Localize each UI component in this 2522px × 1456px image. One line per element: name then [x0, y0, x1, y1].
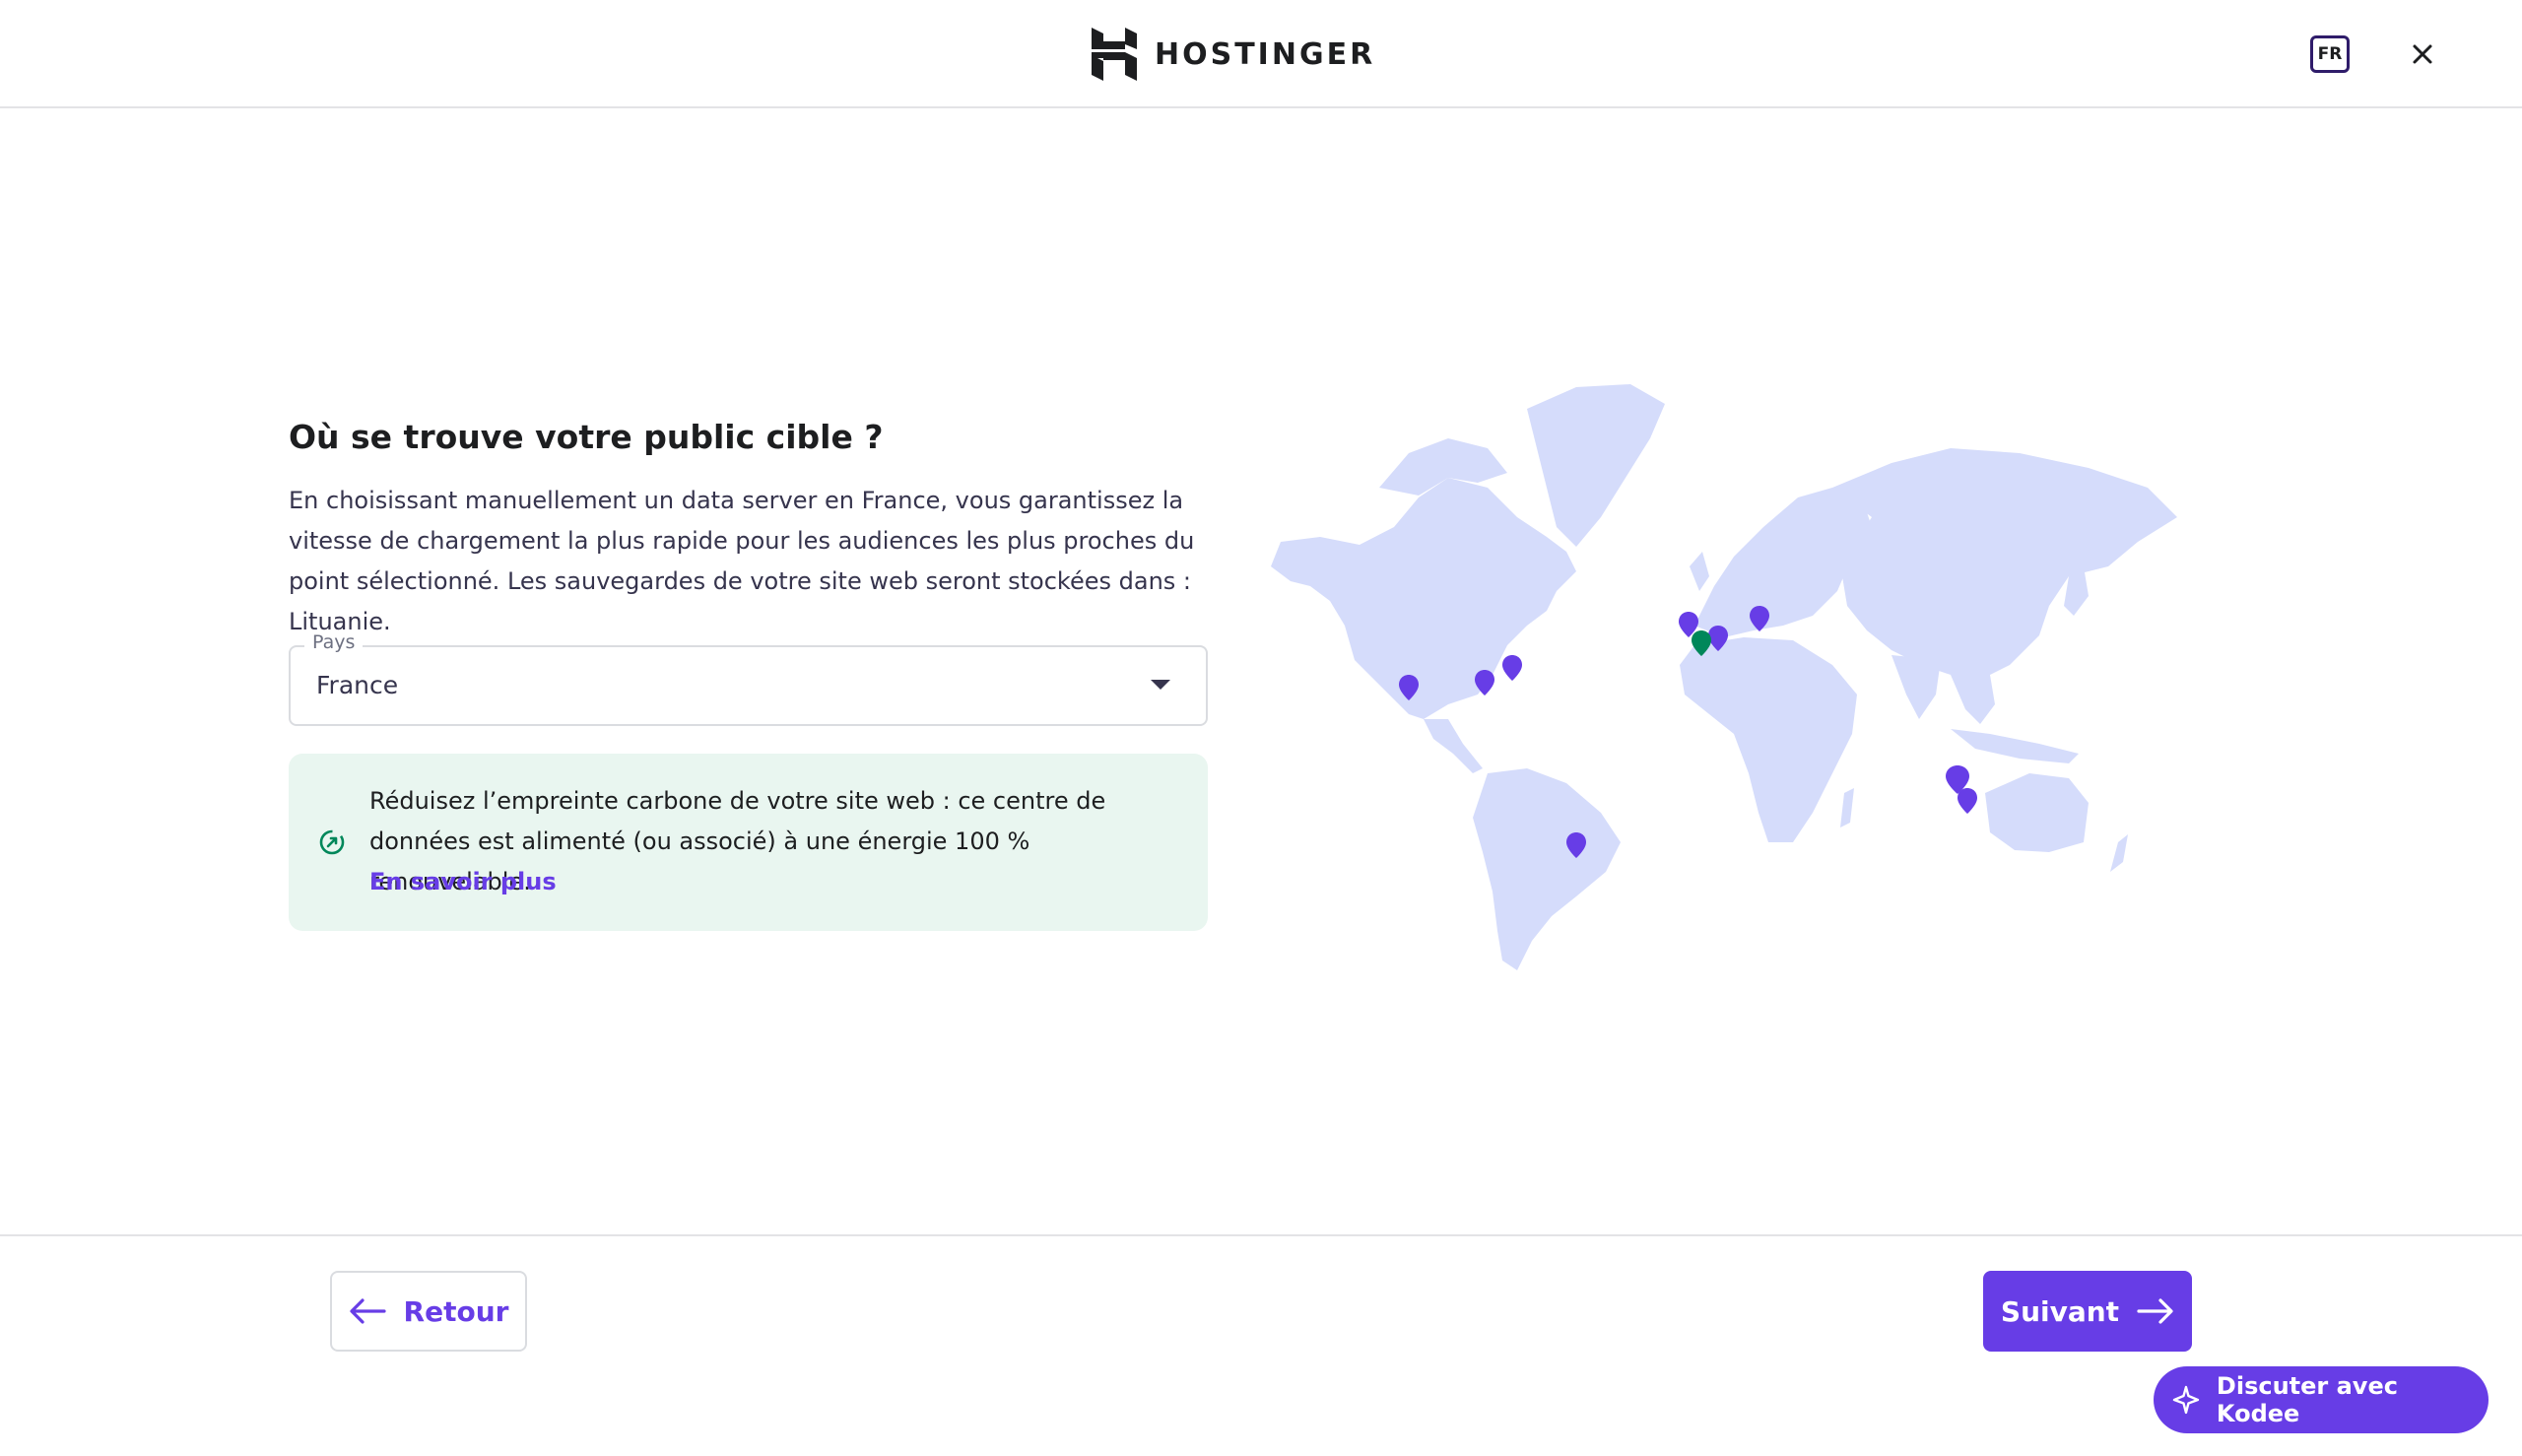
madagascar-shape [1840, 788, 1854, 827]
back-button[interactable]: Retour [330, 1271, 527, 1352]
india-shape [1892, 655, 1941, 719]
south-america-shape [1473, 768, 1621, 970]
australia-shape [1985, 773, 2089, 852]
map-marker-icon[interactable] [1502, 655, 1522, 681]
asia-shape [1832, 448, 2177, 680]
hostinger-logo: HOSTINGER [1092, 28, 1375, 81]
language-selector-button[interactable]: FR [2310, 35, 2350, 73]
world-map [1271, 384, 2177, 970]
central-america-shape [1424, 719, 1483, 773]
europe-shape [1694, 488, 1872, 637]
arrow-right-icon [2137, 1298, 2173, 1324]
chat-with-kodee-button[interactable]: Discuter avec Kodee [2154, 1366, 2489, 1433]
next-button[interactable]: Suivant [1983, 1271, 2192, 1352]
back-button-label: Retour [403, 1294, 509, 1328]
footer-divider [0, 1234, 2522, 1236]
brand-name: HOSTINGER [1155, 36, 1376, 72]
page-title: Où se trouve votre public cible ? [289, 418, 884, 456]
north-america-shape [1271, 478, 1576, 719]
hostinger-logo-icon [1092, 28, 1137, 81]
country-select[interactable]: Pays France [289, 631, 1208, 726]
top-header: HOSTINGER FR [0, 0, 2522, 108]
country-field-label: Pays [304, 631, 364, 653]
eco-notice: Réduisez l’empreinte carbone de votre si… [289, 754, 1208, 931]
page-description: En choisissant manuellement un data serv… [289, 487, 1195, 635]
africa-shape [1680, 637, 1857, 842]
next-button-label: Suivant [2000, 1294, 2120, 1328]
map-marker-icon[interactable] [1958, 788, 1977, 814]
kodee-sparkle-icon [2172, 1385, 2200, 1415]
country-field-value: France [316, 671, 399, 699]
chevron-down-icon [1151, 680, 1170, 690]
leaf-icon [319, 829, 345, 855]
arrow-left-icon [349, 1298, 386, 1324]
new-zealand-shape [2110, 834, 2128, 872]
learn-more-link[interactable]: En savoir plus [369, 862, 557, 902]
chat-button-label: Discuter avec Kodee [2216, 1372, 2398, 1427]
southeast-asia-shape [1951, 675, 1995, 724]
close-button[interactable] [2408, 39, 2437, 69]
greenland-shape [1527, 384, 1665, 547]
uk-shape [1690, 552, 1709, 591]
close-icon [2413, 44, 2432, 64]
indonesia-shape [1951, 729, 2079, 763]
